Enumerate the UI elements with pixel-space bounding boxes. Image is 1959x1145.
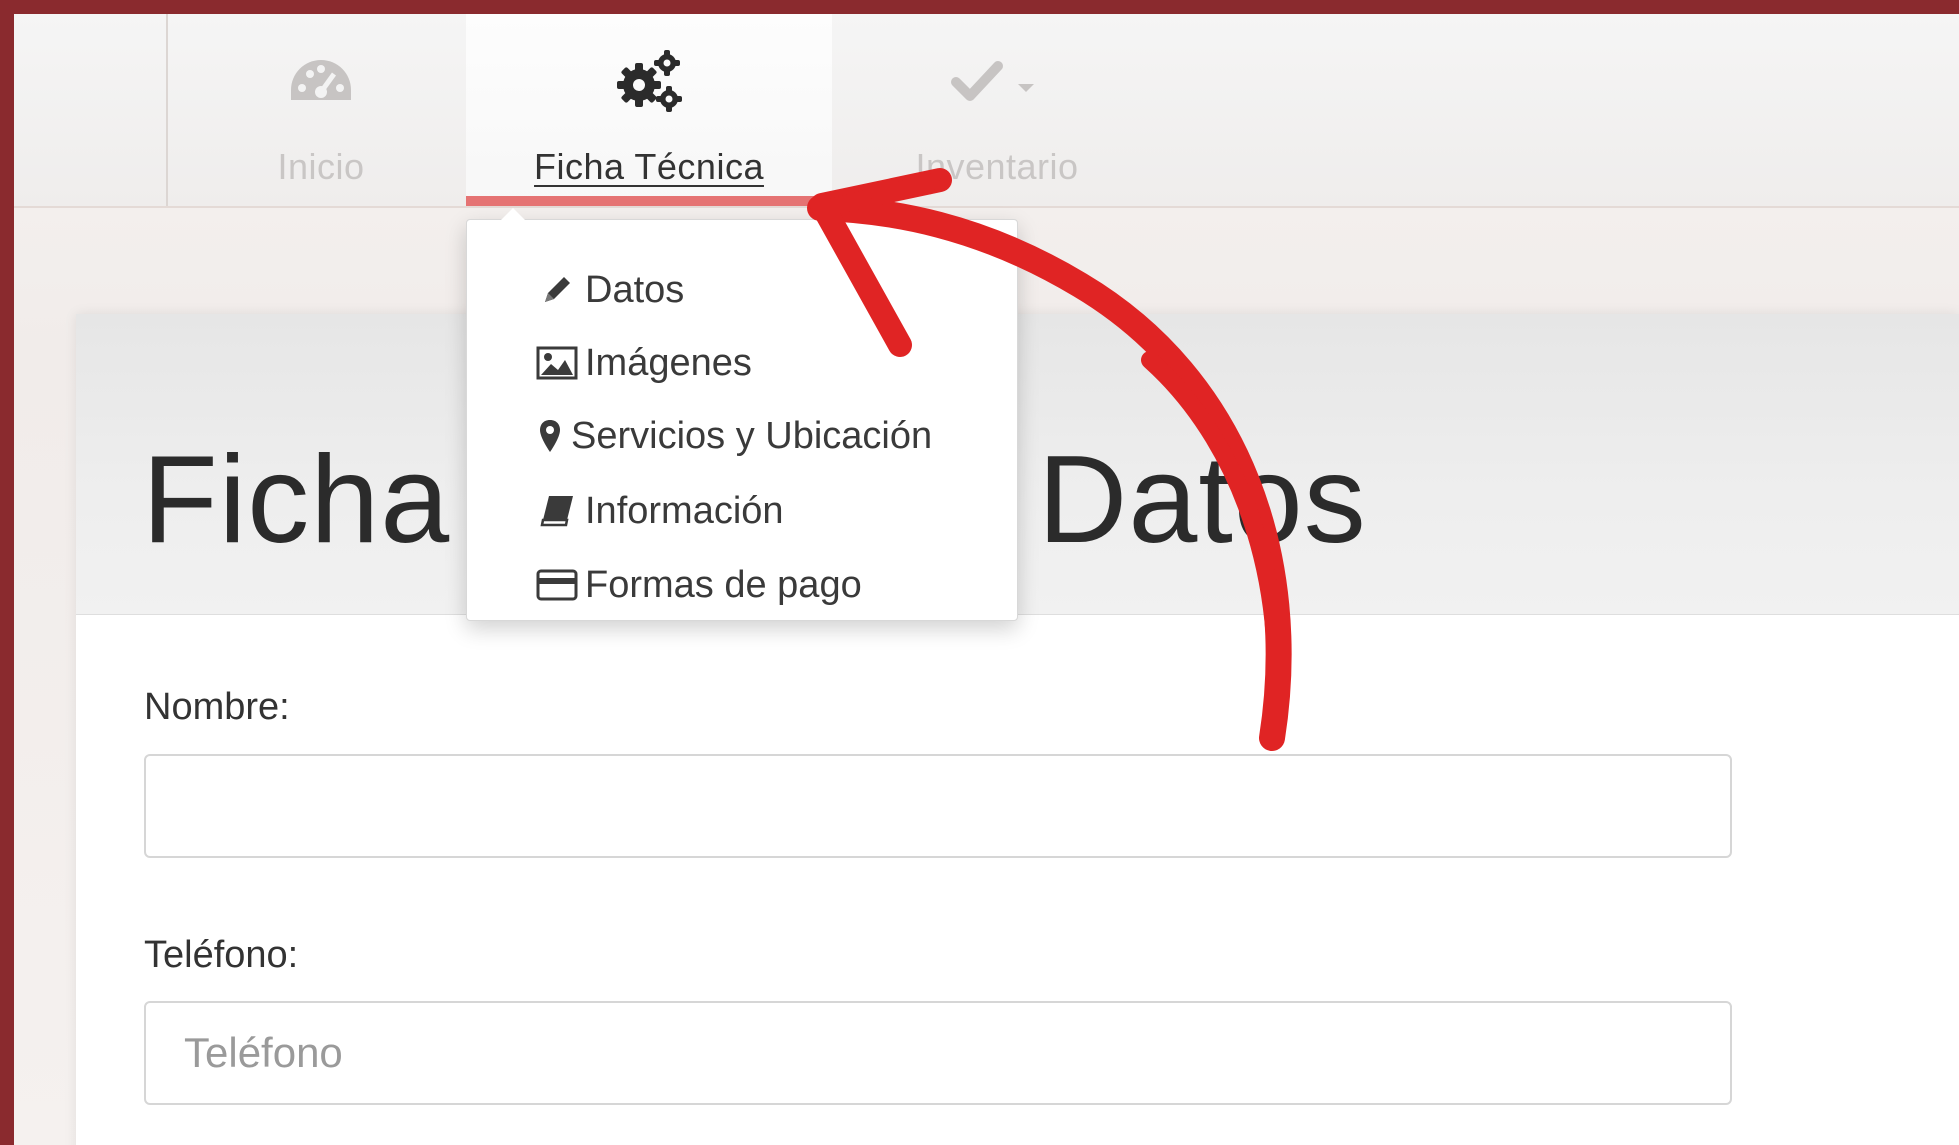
dropdown-item-servicios[interactable]: Servicios y Ubicación: [535, 408, 932, 464]
nav-item-ficha-tecnica[interactable]: Ficha Técnica: [466, 14, 832, 206]
dropdown-item-label: Información: [585, 489, 784, 532]
active-tab-indicator: [466, 196, 816, 206]
map-marker-icon: [535, 416, 565, 456]
nav-label-ficha-tecnica: Ficha Técnica: [534, 146, 764, 187]
gears-icon: [466, 50, 832, 112]
nav-label-inventario: Inventario: [915, 146, 1079, 187]
dropdown-item-label: Servicios y Ubicación: [571, 414, 933, 457]
dropdown-item-datos[interactable]: Datos: [535, 262, 684, 318]
nav-label-inicio: Inicio: [277, 146, 365, 187]
check-icon: [832, 52, 1162, 112]
image-icon: [535, 343, 579, 383]
dropdown-item-formas-pago[interactable]: Formas de pago: [535, 557, 862, 613]
pencil-icon: [535, 270, 579, 310]
top-navbar: Inicio Ficha Técnica Inventario: [14, 14, 1959, 208]
dropdown-item-label: Formas de pago: [585, 563, 862, 606]
telefono-field[interactable]: [144, 1001, 1732, 1105]
nombre-field[interactable]: [144, 754, 1732, 858]
app-frame: Inicio Ficha Técnica Inventario Ficha Da…: [14, 14, 1959, 1145]
dropdown-item-imagenes[interactable]: Imágenes: [535, 335, 752, 391]
ficha-tecnica-dropdown: Datos Imágenes Servicios y Ubicación Inf…: [466, 208, 1018, 621]
nombre-label: Nombre:: [144, 686, 290, 728]
dropdown-item-label: Imágenes: [585, 341, 752, 384]
dropdown-item-label: Datos: [585, 268, 685, 311]
credit-card-icon: [535, 565, 579, 605]
dropdown-item-informacion[interactable]: Información: [535, 483, 784, 539]
nav-item-inventario[interactable]: Inventario: [832, 14, 1162, 206]
book-icon: [535, 491, 579, 531]
nav-item-inicio[interactable]: Inicio: [168, 14, 474, 206]
dropdown-caret: [501, 208, 525, 220]
dashboard-icon: [168, 52, 474, 112]
telefono-label: Teléfono:: [144, 934, 299, 976]
